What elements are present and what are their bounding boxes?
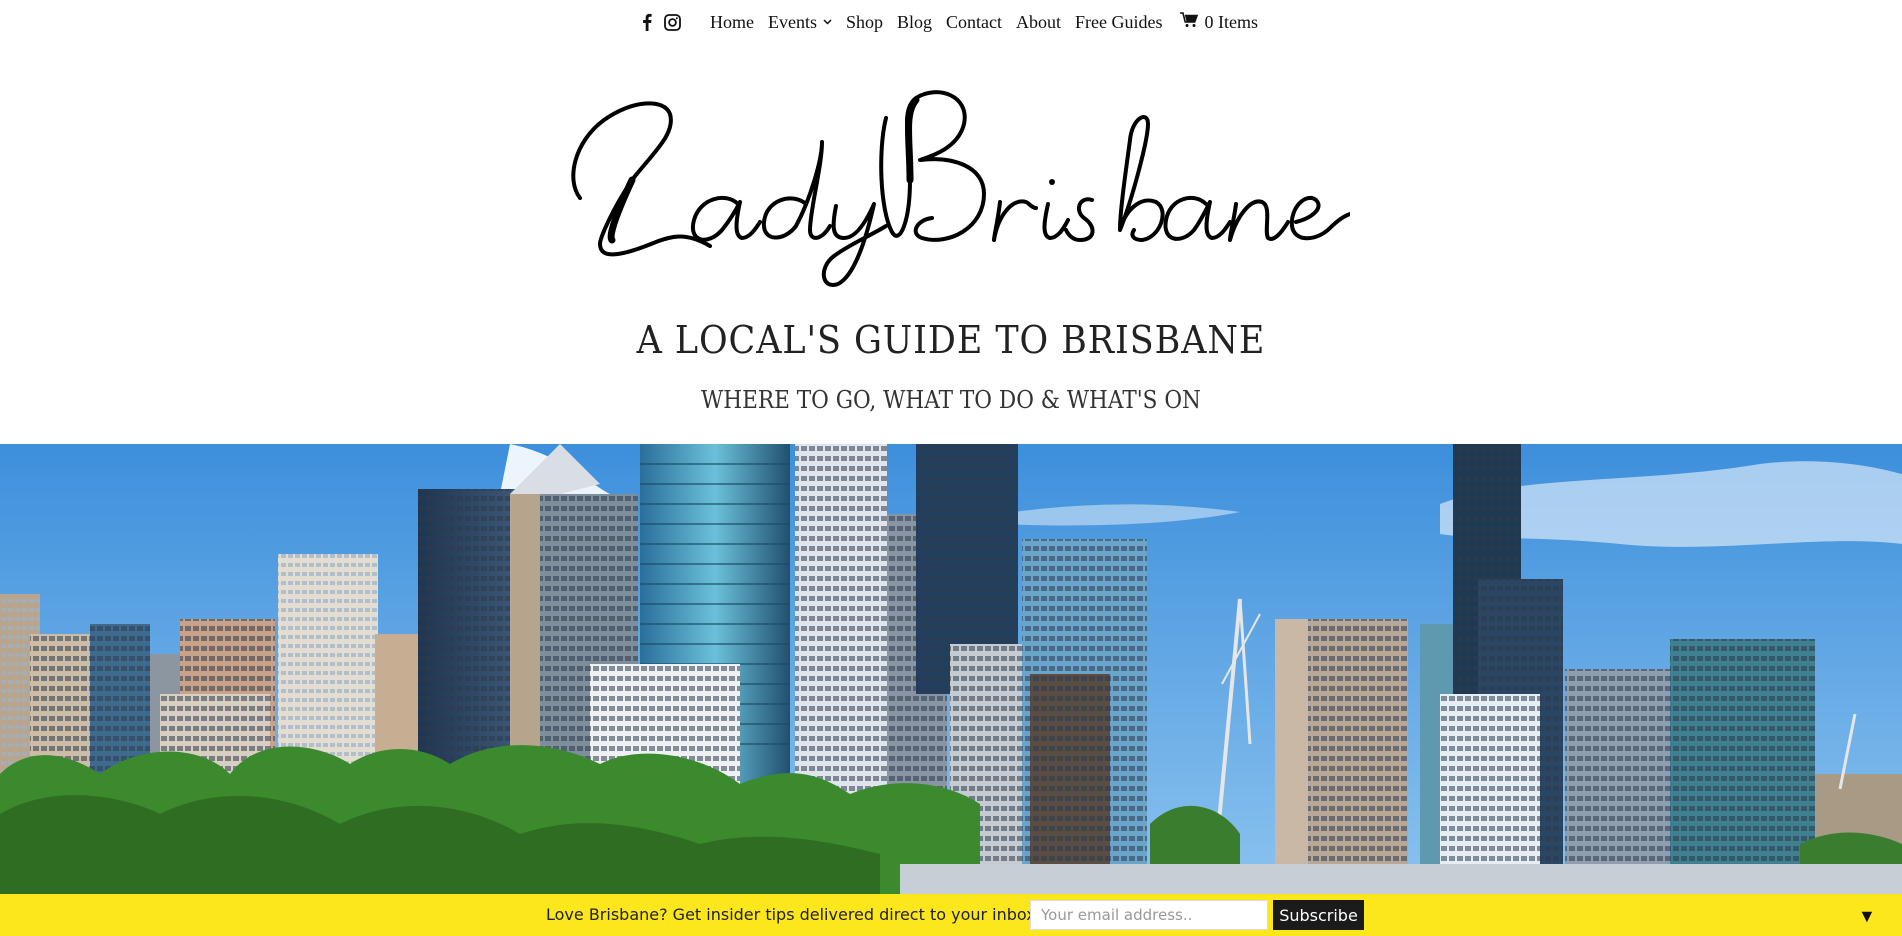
nav-blog-label: Blog [897,11,933,32]
facebook-icon[interactable] [642,13,652,31]
nav-contact[interactable]: Contact [946,12,1002,33]
cart-link[interactable]: 0 Items [1179,11,1259,33]
nav-home[interactable]: Home [710,12,754,33]
nav-blog[interactable]: Blog [897,12,932,33]
nav-shop[interactable]: Shop [846,12,883,33]
nav-events[interactable]: Events [768,12,832,33]
nav-events-label: Events [767,11,817,32]
nav-home-label: Home [709,11,754,32]
cart-icon [1179,11,1198,33]
social-links [642,13,681,31]
nav-inner: Home Events Shop Blog Contact About Free… [642,12,1258,33]
nav-about[interactable]: About [1016,12,1061,33]
nav-contact-label: Contact [946,11,1003,32]
nav-shop-label: Shop [845,11,883,32]
nav-about-label: About [1016,11,1062,32]
hero-skyline-image [0,444,1902,894]
nav-free-guides-label: Free Guides [1075,11,1163,32]
cart-label: 0 Items [1204,11,1259,32]
subscribe-bar: Love Brisbane? Get insider tips delivere… [0,894,1902,936]
email-input[interactable] [1030,900,1268,930]
top-navigation: Home Events Shop Blog Contact About Free… [0,0,1902,44]
instagram-icon[interactable] [664,13,681,31]
collapse-toggle-icon[interactable]: ▼ [1858,906,1876,927]
nav-free-guides[interactable]: Free Guides [1075,12,1162,33]
site-subtagline: WHERE TO GO, WHAT TO DO & WHAT'S ON [701,386,1201,414]
site-logo[interactable] [560,70,1352,290]
site-tagline: A LOCAL'S GUIDE TO BRISBANE [636,318,1266,362]
subscribe-message: Love Brisbane? Get insider tips delivere… [546,905,1036,924]
subscribe-button[interactable]: Subscribe [1273,900,1364,930]
chevron-down-icon [823,16,832,28]
